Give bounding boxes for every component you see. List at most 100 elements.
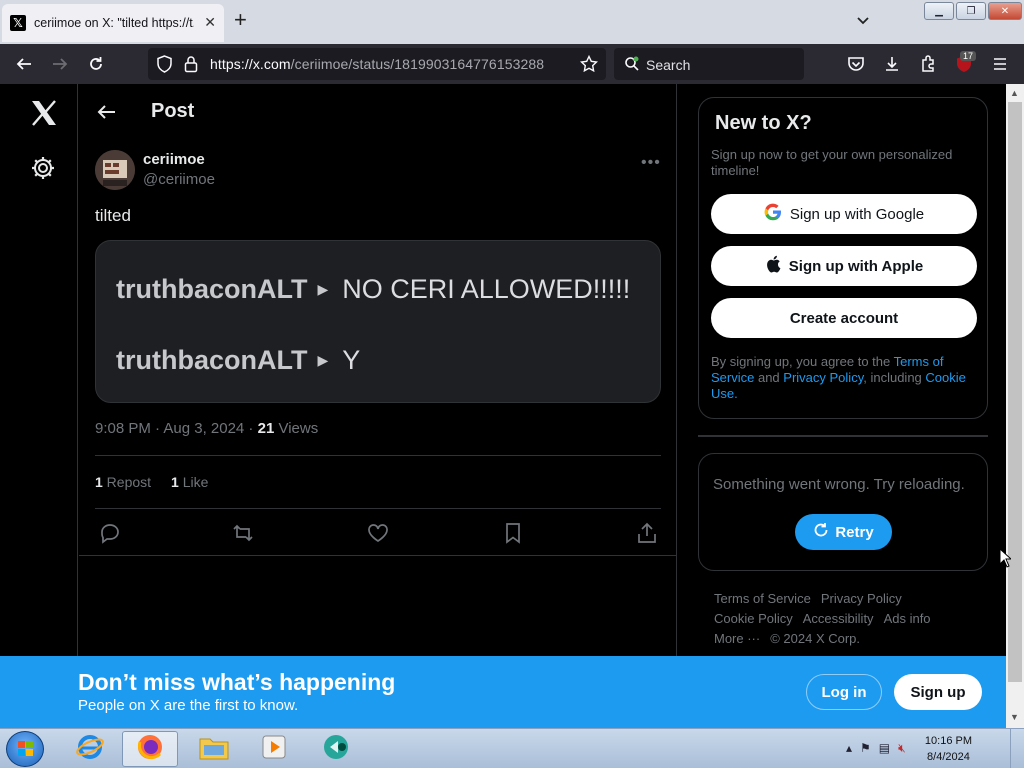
media-player-icon: [259, 732, 289, 767]
restore-icon[interactable]: ❐: [956, 2, 986, 20]
copyright: © 2024 X Corp.: [770, 631, 861, 646]
extension-badge: 17: [960, 51, 977, 61]
flag-icon[interactable]: ⚑: [860, 741, 871, 756]
new-tab-icon[interactable]: +: [234, 9, 247, 31]
taskbar-explorer[interactable]: [186, 731, 242, 767]
views-label: Views: [274, 420, 319, 437]
apple-signup-button[interactable]: Sign up with Apple: [711, 246, 977, 286]
reposts-stat[interactable]: 1 Repost: [95, 474, 151, 490]
footer-link[interactable]: More ···: [714, 629, 760, 649]
minimize-icon[interactable]: ▁: [924, 2, 954, 20]
network-icon[interactable]: ▤: [879, 741, 890, 756]
create-account-label: Create account: [789, 309, 899, 327]
banner-title: Don’t miss what’s happening: [78, 669, 396, 695]
likes-stat[interactable]: 1 Like: [171, 474, 208, 490]
start-button[interactable]: [6, 731, 44, 767]
x-page: Post ceriimoe @ceriimoe ••• tilted truth…: [0, 84, 1006, 728]
tab-title: ceriimoe on X: "tilted https://t.co: [34, 16, 194, 30]
taskbar-ie[interactable]: [62, 731, 118, 767]
bookmark-icon[interactable]: [502, 522, 524, 544]
legal-prefix: By signing up, you agree to the: [711, 354, 894, 369]
volume-muted-icon[interactable]: 🔇︎: [898, 741, 906, 756]
divider: [79, 555, 677, 556]
post-actions: [99, 522, 659, 546]
signup-card: New to X? Sign up now to get your own pe…: [698, 97, 988, 419]
divider: [95, 455, 661, 456]
gear-icon[interactable]: [30, 155, 56, 186]
author-name[interactable]: ceriimoe: [143, 151, 205, 168]
post-stats: 1 Repost 1 Like: [95, 474, 208, 490]
tweet-image[interactable]: truthbaconALT ▶ NO CERI ALLOWED!!!!! tru…: [95, 240, 661, 403]
error-card: Something went wrong. Try reloading. Ret…: [698, 453, 988, 571]
reload-icon[interactable]: [86, 54, 106, 74]
reply-icon[interactable]: [99, 522, 121, 544]
like-heart-icon[interactable]: [367, 522, 389, 544]
navigation-toolbar: https://x.com/ceriimoe/status/1819903164…: [0, 44, 1024, 84]
menu-icon[interactable]: [990, 54, 1010, 74]
pocket-icon[interactable]: [846, 54, 866, 74]
retry-label: Retry: [835, 523, 874, 541]
privacy-link[interactable]: Privacy Policy: [783, 370, 863, 385]
back-arrow-icon[interactable]: [96, 104, 116, 125]
avatar[interactable]: [95, 150, 135, 190]
search-bar[interactable]: Search: [614, 48, 804, 80]
footer-link[interactable]: Accessibility: [803, 609, 874, 629]
footer-link[interactable]: Privacy Policy: [821, 589, 902, 609]
x-favicon-icon: 𝕏: [10, 15, 26, 31]
page-title: Post: [151, 100, 195, 122]
views-count: 21: [257, 420, 275, 437]
page-scrollbar[interactable]: ▲ ▼: [1006, 84, 1024, 728]
signup-button[interactable]: Sign up: [894, 674, 982, 710]
url-path: /ceriimoe/status/1819903164776153288: [290, 56, 545, 72]
bookmark-star-icon[interactable]: [579, 54, 599, 78]
downloads-icon[interactable]: [882, 54, 902, 74]
x-logo-icon[interactable]: [30, 100, 58, 131]
folder-icon: [198, 733, 230, 766]
extensions-icon[interactable]: [918, 54, 938, 74]
share-icon[interactable]: [636, 522, 658, 544]
right-sidebar: New to X? Sign up now to get your own pe…: [698, 84, 988, 728]
taskbar-firefox[interactable]: [122, 731, 178, 767]
lock-icon[interactable]: [184, 55, 198, 78]
system-clock[interactable]: 10:16 PM 8/4/2024: [925, 733, 972, 765]
shield-icon[interactable]: [156, 55, 173, 78]
taskbar-app[interactable]: [308, 731, 364, 767]
login-button[interactable]: Log in: [806, 674, 882, 710]
browser-tab[interactable]: 𝕏 ceriimoe on X: "tilted https://t.co ✕: [2, 4, 224, 42]
app-icon: [320, 732, 352, 767]
tweet-text: tilted: [95, 206, 131, 225]
author-handle[interactable]: @ceriimoe: [143, 171, 215, 188]
google-signup-button[interactable]: Sign up with Google: [711, 194, 977, 234]
post-timestamp[interactable]: 9:08 PM · Aug 3, 2024 ·: [95, 420, 258, 437]
retry-button[interactable]: Retry: [795, 514, 892, 550]
back-icon[interactable]: [14, 54, 34, 74]
url-text: https://x.com/ceriimoe/status/1819903164…: [210, 56, 544, 72]
chat-username: truthbaconALT: [116, 345, 308, 375]
mouse-cursor-icon: [999, 547, 1013, 573]
likes-count: 1: [171, 474, 179, 490]
url-domain: https://x.com: [210, 56, 291, 72]
footer-link[interactable]: Cookie Policy: [714, 609, 793, 629]
url-bar[interactable]: https://x.com/ceriimoe/status/1819903164…: [148, 48, 606, 80]
show-desktop-button[interactable]: [1010, 729, 1024, 768]
scroll-up-icon[interactable]: ▲: [1010, 88, 1019, 98]
tray-arrow-icon[interactable]: ▴: [846, 741, 852, 756]
repost-icon[interactable]: [232, 522, 254, 544]
windows-taskbar: ▴ ⚑ ▤ 🔇︎ 10:16 PM 8/4/2024: [0, 728, 1024, 768]
scroll-down-icon[interactable]: ▼: [1010, 712, 1019, 722]
footer-link[interactable]: Terms of Service: [714, 589, 811, 609]
footer-link[interactable]: Ads info: [884, 609, 931, 629]
close-window-icon[interactable]: ✕: [988, 2, 1022, 20]
chat-message: Y: [342, 345, 361, 375]
create-account-button[interactable]: Create account: [711, 298, 977, 338]
internet-explorer-icon: [75, 732, 105, 767]
banner-subtitle: People on X are the first to know.: [78, 697, 299, 714]
taskbar-media-player[interactable]: [246, 731, 302, 767]
scroll-thumb[interactable]: [1008, 102, 1022, 682]
divider: [698, 435, 988, 437]
firefox-icon: [135, 732, 165, 767]
chevron-down-icon[interactable]: [855, 12, 871, 33]
forward-icon[interactable]: [50, 54, 70, 74]
more-options-icon[interactable]: •••: [641, 154, 661, 172]
tab-close-icon[interactable]: ✕: [204, 14, 216, 31]
